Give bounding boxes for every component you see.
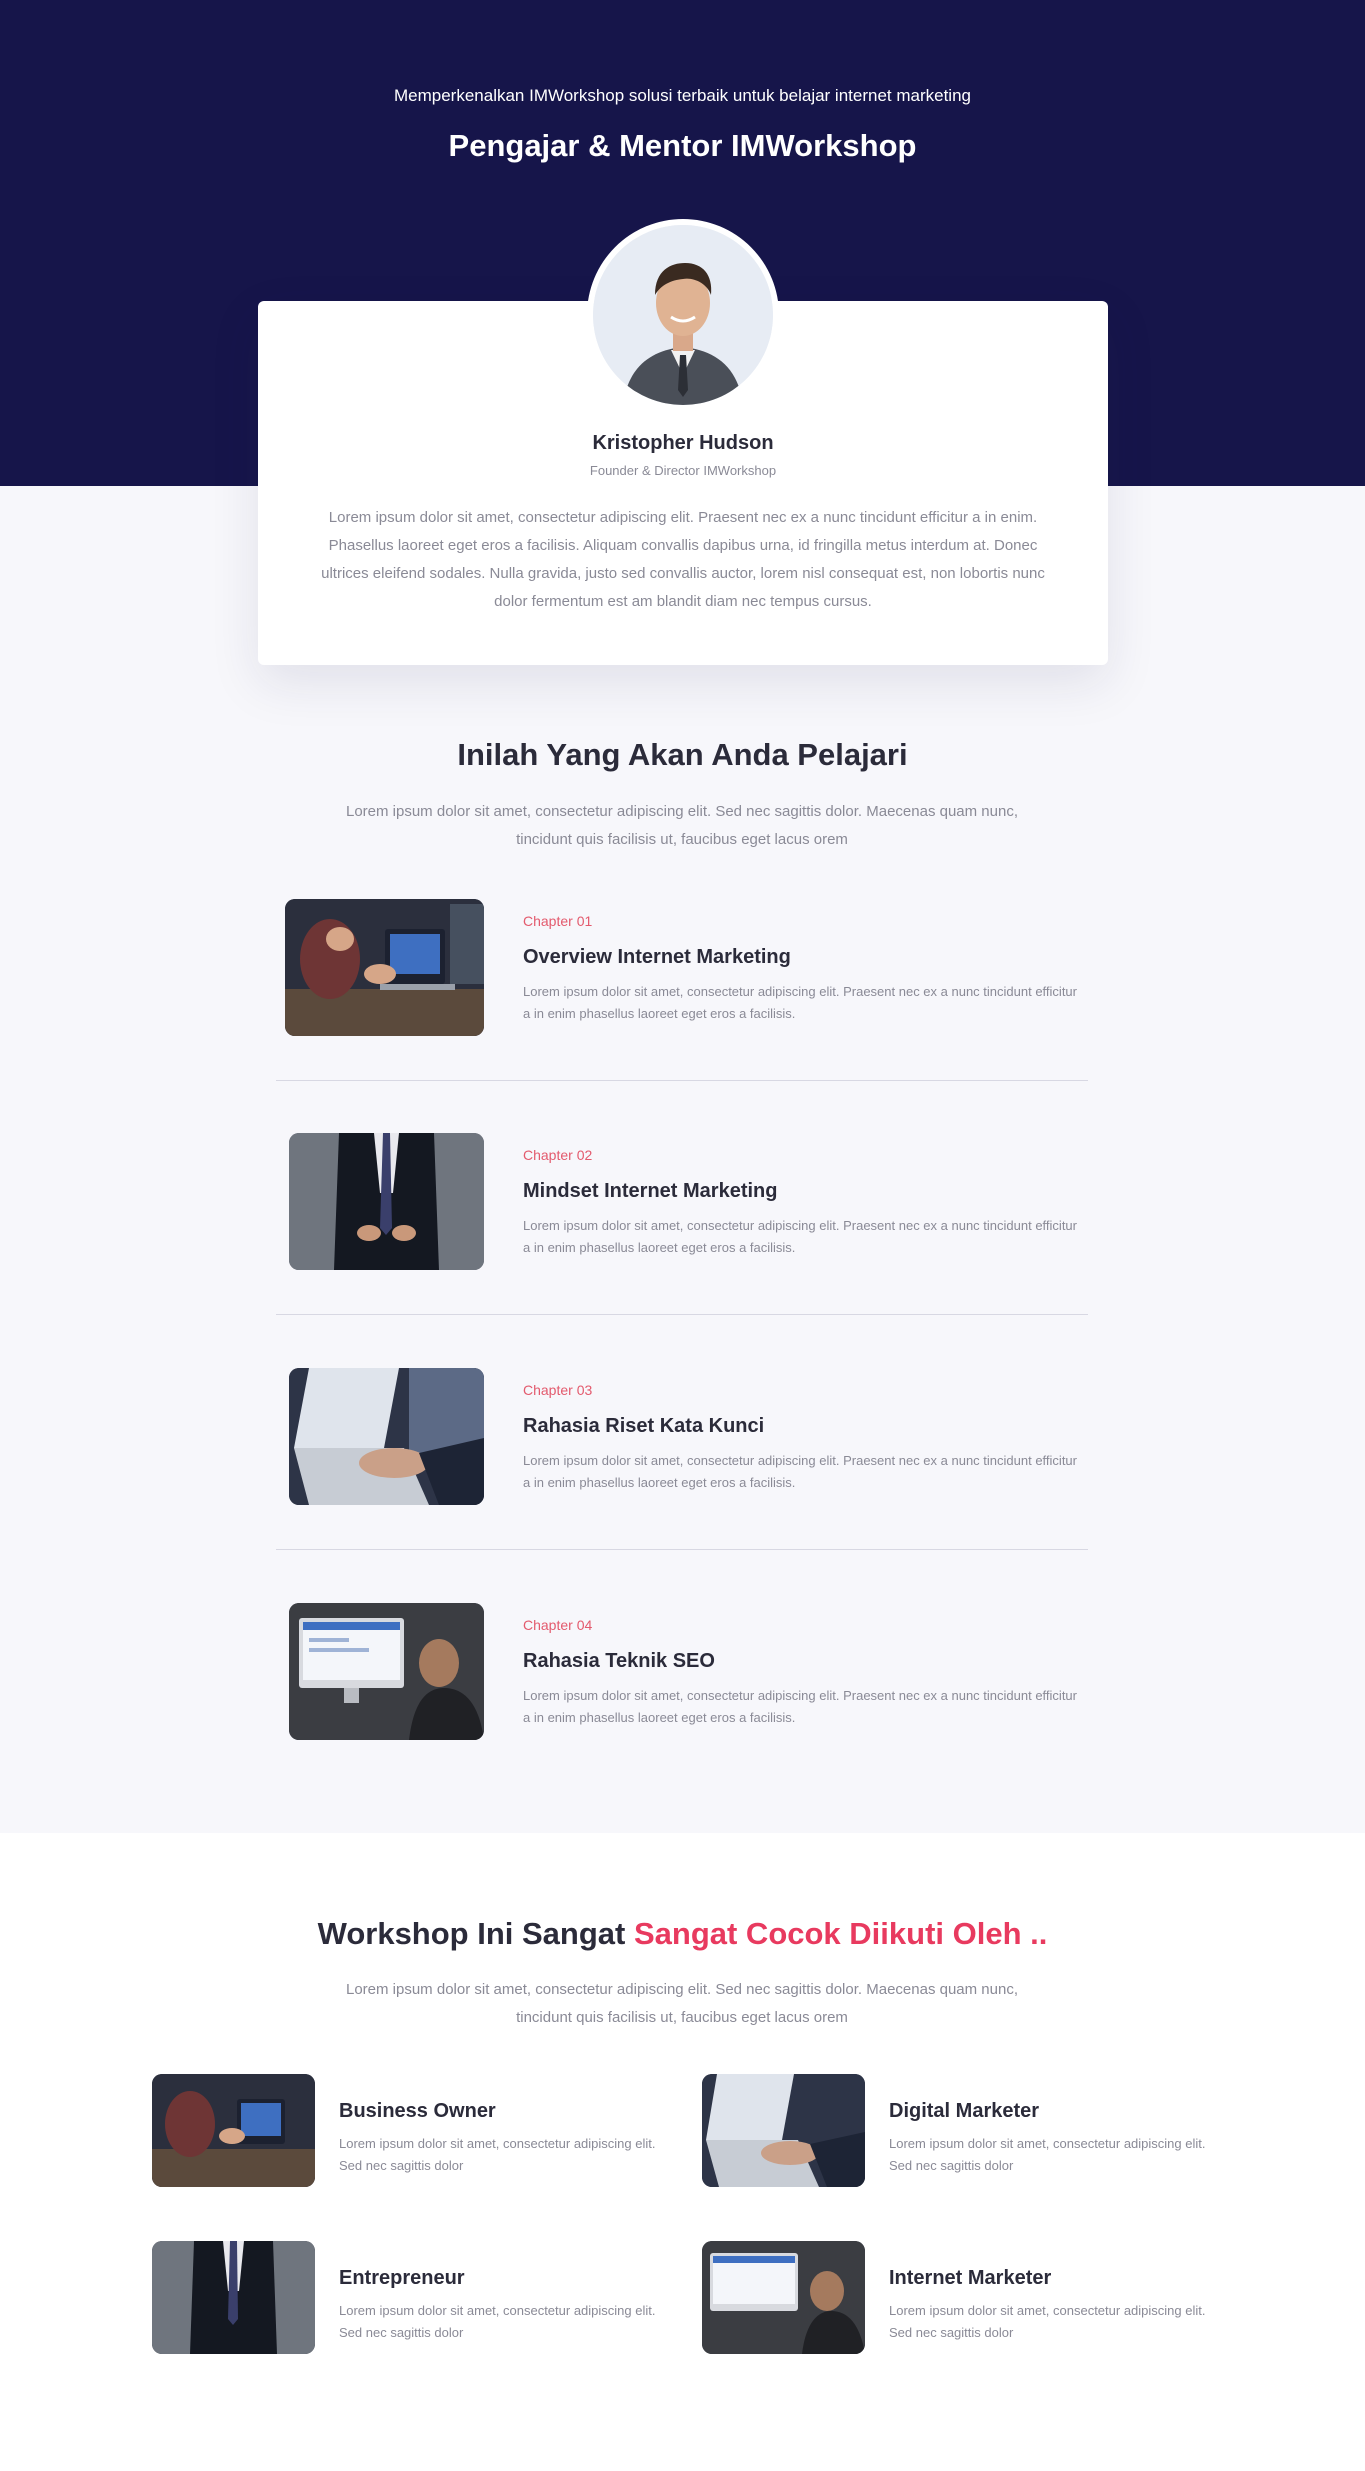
- audience-description: Lorem ipsum dolor sit amet, consectetur …: [889, 2303, 1206, 2340]
- audience-title-accent: Sangat Cocok Diikuti Oleh ..: [633, 1916, 1048, 1951]
- chapter-item[interactable]: Chapter 03 Rahasia Riset Kata Kunci Lore…: [276, 1348, 1088, 1518]
- chapter-description: Lorem ipsum dolor sit amet, consectetur …: [523, 1453, 1077, 1490]
- audience-title-item: Internet Marketer: [889, 2267, 1052, 2289]
- chapter-item[interactable]: Chapter 04 Rahasia Teknik SEO Lorem ipsu…: [276, 1583, 1088, 1753]
- chapter-thumbnail: [289, 1603, 484, 1740]
- mentor-photo: [593, 225, 773, 405]
- chapter-description: Lorem ipsum dolor sit amet, consectetur …: [523, 984, 1077, 1021]
- chapter-title: Rahasia Riset Kata Kunci: [523, 1415, 765, 1437]
- page: Memperkenalkan IMWorkshop solusi terbaik…: [0, 0, 1365, 2471]
- divider: [276, 1080, 1088, 1081]
- hero-kicker: Memperkenalkan IMWorkshop solusi terbaik…: [393, 86, 971, 105]
- chapter-label: Chapter 01: [523, 913, 593, 929]
- audience-item[interactable]: Digital Marketer Lorem ipsum dolor sit a…: [702, 2074, 1222, 2189]
- chapter-title: Overview Internet Marketing: [523, 946, 791, 968]
- chapter-title: Mindset Internet Marketing: [523, 1180, 778, 1202]
- audience-section: Workshop Ini Sangat Sangat Cocok Diikuti…: [0, 1833, 1365, 2471]
- chapter-title: Rahasia Teknik SEO: [523, 1650, 715, 1672]
- audience-title: Workshop Ini Sangat Sangat Cocok Diikuti…: [0, 1916, 1365, 1952]
- audience-description: Lorem ipsum dolor sit amet, consectetur …: [339, 2136, 656, 2173]
- audience-item[interactable]: Business Owner Lorem ipsum dolor sit ame…: [152, 2074, 672, 2189]
- chapter-label: Chapter 03: [523, 1382, 593, 1398]
- audience-title-item: Business Owner: [339, 2100, 496, 2122]
- hero-title: Pengajar & Mentor IMWorkshop: [448, 128, 917, 163]
- audience-thumbnail: [702, 2074, 865, 2187]
- chapter-thumbnail: [289, 1368, 484, 1505]
- audience-title-item: Entrepreneur: [339, 2267, 465, 2289]
- mentor-avatar: [593, 225, 773, 405]
- audience-title-item: Digital Marketer: [889, 2100, 1040, 2122]
- chapter-thumbnail: [289, 1133, 484, 1270]
- divider: [276, 1549, 1088, 1550]
- chapter-thumbnail: [285, 899, 484, 1036]
- chapter-label: Chapter 02: [523, 1147, 593, 1163]
- audience-thumbnail: [152, 2074, 315, 2187]
- mentor-role: Founder & Director IMWorkshop: [589, 463, 777, 478]
- divider: [276, 1314, 1088, 1315]
- mentor-bio: Lorem ipsum dolor sit amet, consectetur …: [321, 509, 1045, 610]
- learn-title: Inilah Yang Akan Anda Pelajari: [457, 737, 908, 772]
- audience-item[interactable]: Entrepreneur Lorem ipsum dolor sit amet,…: [152, 2241, 672, 2356]
- chapter-description: Lorem ipsum dolor sit amet, consectetur …: [523, 1688, 1077, 1725]
- chapter-label: Chapter 04: [523, 1617, 593, 1633]
- chapter-description: Lorem ipsum dolor sit amet, consectetur …: [523, 1218, 1077, 1255]
- audience-description: Lorem ipsum dolor sit amet, consectetur …: [889, 2136, 1206, 2173]
- audience-subtitle: Lorem ipsum dolor sit amet, consectetur …: [345, 1981, 1018, 2026]
- audience-title-start: Workshop Ini Sangat: [317, 1916, 634, 1951]
- learn-subtitle: Lorem ipsum dolor sit amet, consectetur …: [345, 803, 1018, 848]
- chapter-item[interactable]: Chapter 01 Overview Internet Marketing L…: [276, 879, 1088, 1049]
- audience-item[interactable]: Internet Marketer Lorem ipsum dolor sit …: [702, 2241, 1222, 2356]
- audience-description: Lorem ipsum dolor sit amet, consectetur …: [339, 2303, 656, 2340]
- audience-thumbnail: [152, 2241, 315, 2354]
- chapter-item[interactable]: Chapter 02 Mindset Internet Marketing Lo…: [276, 1113, 1088, 1283]
- audience-thumbnail: [702, 2241, 865, 2354]
- mentor-name: Kristopher Hudson: [592, 432, 774, 454]
